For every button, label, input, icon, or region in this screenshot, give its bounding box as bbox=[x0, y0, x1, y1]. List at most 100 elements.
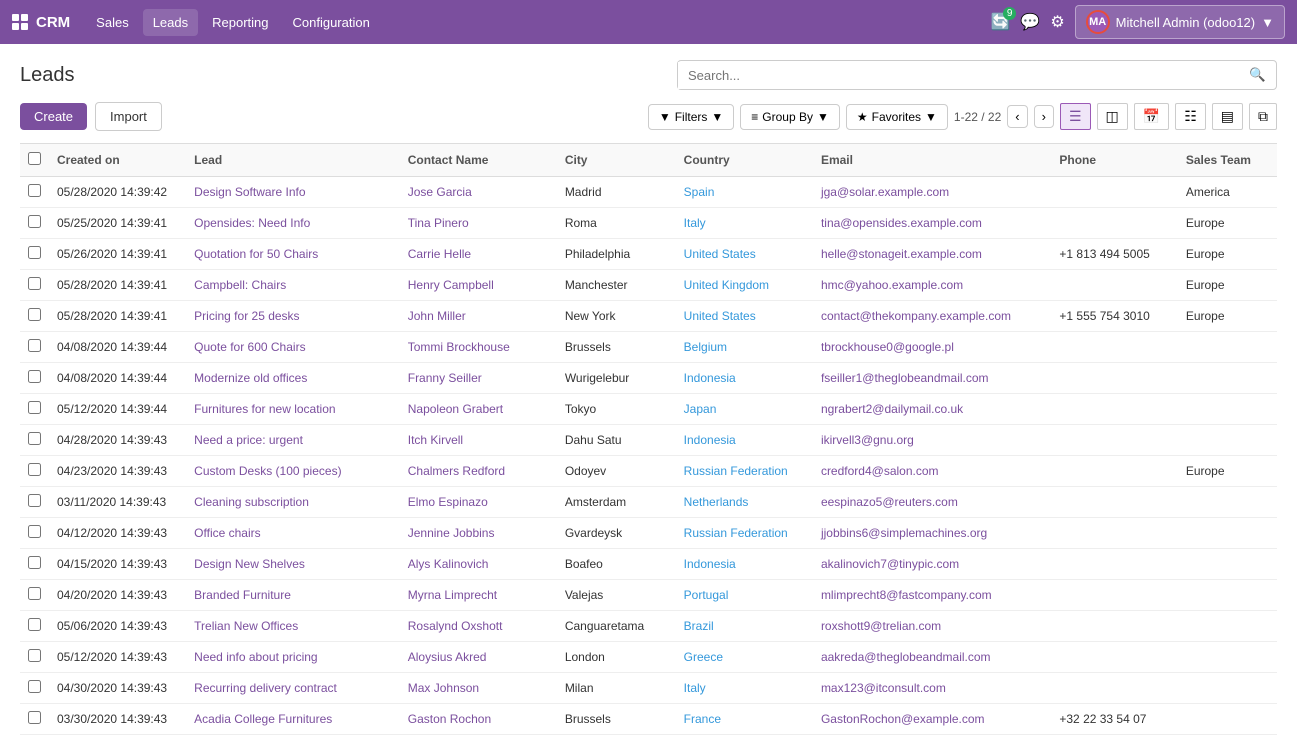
cell-lead[interactable]: Need info about pricing bbox=[186, 642, 400, 673]
pivot-view-button[interactable]: ☷ bbox=[1175, 103, 1206, 130]
table-row[interactable]: 05/25/2020 14:39:41 Opensides: Need Info… bbox=[20, 208, 1277, 239]
table-row[interactable]: 03/11/2020 14:39:43 Cleaning subscriptio… bbox=[20, 487, 1277, 518]
row-checkbox-cell[interactable] bbox=[20, 518, 49, 549]
table-row[interactable]: 04/28/2020 14:39:43 Need a price: urgent… bbox=[20, 425, 1277, 456]
favorites-button[interactable]: ★ Favorites ▼ bbox=[846, 104, 948, 130]
row-checkbox[interactable] bbox=[28, 649, 41, 662]
row-checkbox[interactable] bbox=[28, 370, 41, 383]
email-link[interactable]: helle@stonageit.example.com bbox=[821, 247, 982, 261]
lead-link[interactable]: Office chairs bbox=[194, 526, 260, 540]
table-row[interactable]: 04/20/2020 14:39:43 Branded Furniture My… bbox=[20, 580, 1277, 611]
filters-button[interactable]: ▼ Filters ▼ bbox=[648, 104, 734, 130]
cell-lead[interactable]: Branded Furniture bbox=[186, 580, 400, 611]
row-checkbox-cell[interactable] bbox=[20, 673, 49, 704]
cell-email[interactable]: helle@stonageit.example.com bbox=[813, 239, 1051, 270]
email-link[interactable]: roxshott9@trelian.com bbox=[821, 619, 941, 633]
cell-lead[interactable]: Trelian New Offices bbox=[186, 611, 400, 642]
lead-link[interactable]: Custom Desks (100 pieces) bbox=[194, 464, 341, 478]
cell-lead[interactable]: Cleaning subscription bbox=[186, 487, 400, 518]
cell-lead[interactable]: Design Software Info bbox=[186, 177, 400, 208]
row-checkbox[interactable] bbox=[28, 556, 41, 569]
next-page-button[interactable]: › bbox=[1034, 105, 1054, 128]
email-link[interactable]: hmc@yahoo.example.com bbox=[821, 278, 963, 292]
list-view-button[interactable]: ☰ bbox=[1060, 103, 1091, 130]
email-link[interactable]: ngrabert2@dailymail.co.uk bbox=[821, 402, 963, 416]
lead-link[interactable]: Branded Furniture bbox=[194, 588, 291, 602]
notifications-button[interactable]: 🔄 9 bbox=[990, 12, 1010, 32]
cell-email[interactable]: jjobbins6@simplemachines.org bbox=[813, 518, 1051, 549]
cell-lead[interactable]: Quotation for 50 Chairs bbox=[186, 239, 400, 270]
lead-link[interactable]: Pricing for 25 desks bbox=[194, 309, 299, 323]
table-row[interactable]: 04/08/2020 14:39:44 Modernize old office… bbox=[20, 363, 1277, 394]
cell-email[interactable]: max123@itconsult.com bbox=[813, 673, 1051, 704]
table-row[interactable]: 04/12/2020 14:39:43 Office chairs Jennin… bbox=[20, 518, 1277, 549]
cell-email[interactable]: aakreda@theglobeandmail.com bbox=[813, 642, 1051, 673]
nav-leads[interactable]: Leads bbox=[143, 9, 198, 36]
email-link[interactable]: GastonRochon@example.com bbox=[821, 712, 985, 726]
email-link[interactable]: jjobbins6@simplemachines.org bbox=[821, 526, 987, 540]
header-created-on[interactable]: Created on bbox=[49, 144, 186, 177]
cell-lead[interactable]: Quote for 600 Chairs bbox=[186, 332, 400, 363]
row-checkbox[interactable] bbox=[28, 463, 41, 476]
groupby-button[interactable]: ≡ Group By ▼ bbox=[740, 104, 840, 130]
row-checkbox-cell[interactable] bbox=[20, 363, 49, 394]
chat-button[interactable]: 💬 bbox=[1020, 12, 1040, 32]
cell-email[interactable]: contact@thekompany.example.com bbox=[813, 301, 1051, 332]
row-checkbox-cell[interactable] bbox=[20, 239, 49, 270]
row-checkbox-cell[interactable] bbox=[20, 332, 49, 363]
email-link[interactable]: jga@solar.example.com bbox=[821, 185, 949, 199]
lead-link[interactable]: Need a price: urgent bbox=[194, 433, 303, 447]
header-contact-name[interactable]: Contact Name bbox=[400, 144, 557, 177]
cell-email[interactable]: roxshott9@trelian.com bbox=[813, 611, 1051, 642]
email-link[interactable]: akalinovich7@tinypic.com bbox=[821, 557, 959, 571]
row-checkbox-cell[interactable] bbox=[20, 549, 49, 580]
header-phone[interactable]: Phone bbox=[1051, 144, 1177, 177]
header-city[interactable]: City bbox=[557, 144, 676, 177]
nav-sales[interactable]: Sales bbox=[86, 9, 139, 36]
row-checkbox[interactable] bbox=[28, 680, 41, 693]
lead-link[interactable]: Quotation for 50 Chairs bbox=[194, 247, 318, 261]
select-all-header[interactable] bbox=[20, 144, 49, 177]
row-checkbox[interactable] bbox=[28, 618, 41, 631]
table-row[interactable]: 04/08/2020 14:39:44 Quote for 600 Chairs… bbox=[20, 332, 1277, 363]
table-row[interactable]: 04/30/2020 14:39:43 Recurring delivery c… bbox=[20, 673, 1277, 704]
row-checkbox-cell[interactable] bbox=[20, 301, 49, 332]
row-checkbox[interactable] bbox=[28, 525, 41, 538]
row-checkbox[interactable] bbox=[28, 432, 41, 445]
row-checkbox[interactable] bbox=[28, 587, 41, 600]
lead-link[interactable]: Modernize old offices bbox=[194, 371, 307, 385]
header-email[interactable]: Email bbox=[813, 144, 1051, 177]
prev-page-button[interactable]: ‹ bbox=[1007, 105, 1027, 128]
cell-lead[interactable]: Recurring delivery contract bbox=[186, 673, 400, 704]
email-link[interactable]: tina@opensides.example.com bbox=[821, 216, 982, 230]
lead-link[interactable]: Design New Shelves bbox=[194, 557, 305, 571]
search-input[interactable] bbox=[678, 62, 1239, 89]
lead-link[interactable]: Quote for 600 Chairs bbox=[194, 340, 305, 354]
row-checkbox[interactable] bbox=[28, 401, 41, 414]
cell-email[interactable]: ngrabert2@dailymail.co.uk bbox=[813, 394, 1051, 425]
row-checkbox[interactable] bbox=[28, 494, 41, 507]
lead-link[interactable]: Furnitures for new location bbox=[194, 402, 335, 416]
user-menu-button[interactable]: MA Mitchell Admin (odoo12) ▼ bbox=[1075, 5, 1285, 39]
table-row[interactable]: 05/28/2020 14:39:41 Pricing for 25 desks… bbox=[20, 301, 1277, 332]
cell-email[interactable]: credford4@salon.com bbox=[813, 456, 1051, 487]
activity-view-button[interactable]: ⧉ bbox=[1249, 103, 1277, 130]
lead-link[interactable]: Campbell: Chairs bbox=[194, 278, 286, 292]
select-all-checkbox[interactable] bbox=[28, 152, 41, 165]
cell-lead[interactable]: Acadia College Furnitures bbox=[186, 704, 400, 735]
calendar-view-button[interactable]: 📅 bbox=[1134, 103, 1169, 130]
email-link[interactable]: credford4@salon.com bbox=[821, 464, 939, 478]
cell-email[interactable]: akalinovich7@tinypic.com bbox=[813, 549, 1051, 580]
header-sales-team[interactable]: Sales Team bbox=[1178, 144, 1277, 177]
cell-lead[interactable]: Opensides: Need Info bbox=[186, 208, 400, 239]
email-link[interactable]: ikirvell3@gnu.org bbox=[821, 433, 914, 447]
row-checkbox[interactable] bbox=[28, 246, 41, 259]
lead-link[interactable]: Acadia College Furnitures bbox=[194, 712, 332, 726]
email-link[interactable]: contact@thekompany.example.com bbox=[821, 309, 1011, 323]
search-button[interactable]: 🔍 bbox=[1239, 61, 1276, 89]
email-link[interactable]: eespinazo5@reuters.com bbox=[821, 495, 958, 509]
table-row[interactable]: 05/28/2020 14:39:42 Design Software Info… bbox=[20, 177, 1277, 208]
cell-email[interactable]: jga@solar.example.com bbox=[813, 177, 1051, 208]
email-link[interactable]: mlimprecht8@fastcompany.com bbox=[821, 588, 992, 602]
settings-button[interactable]: ⚙ bbox=[1050, 12, 1064, 32]
